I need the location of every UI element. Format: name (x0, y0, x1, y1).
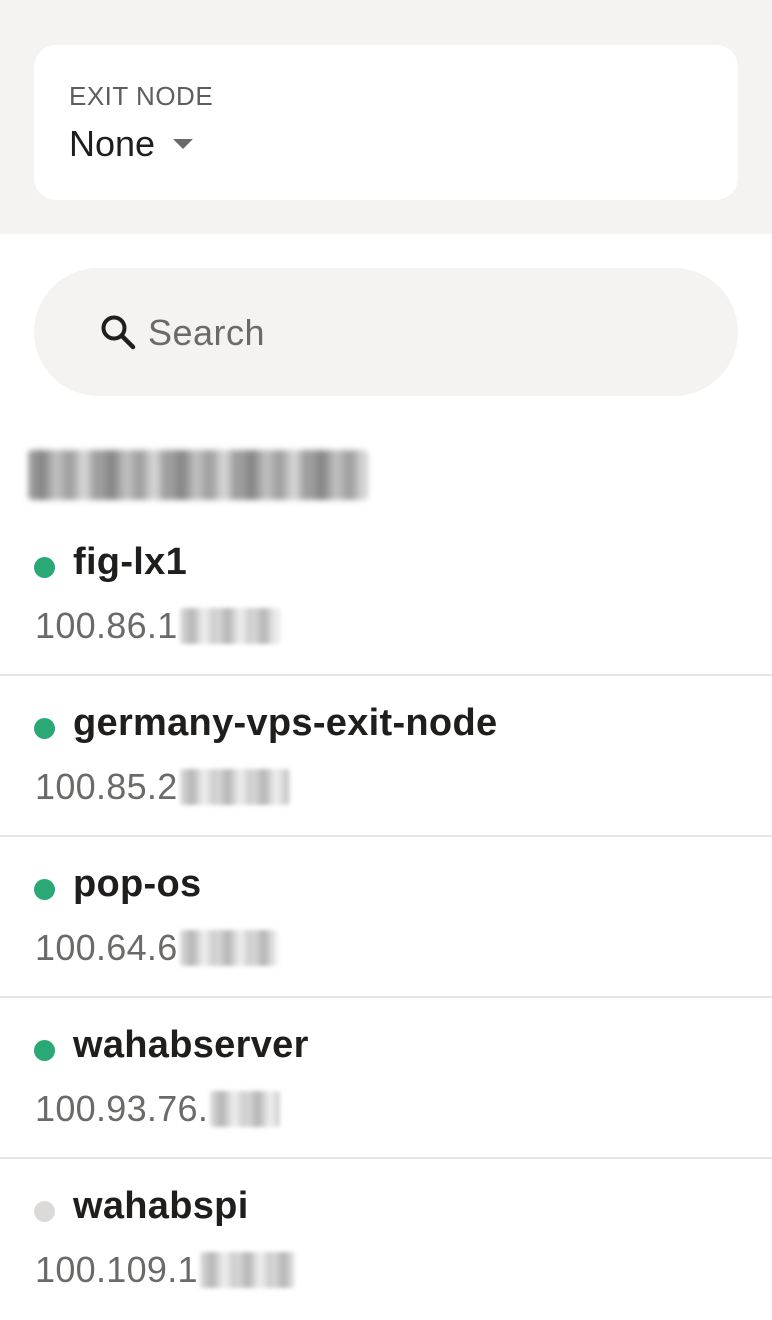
device-ip-row: 100.86.1 (35, 605, 280, 647)
exit-node-value[interactable]: None (69, 123, 155, 165)
search-input[interactable] (146, 302, 710, 364)
device-name: wahabspi (73, 1185, 249, 1227)
online-status-icon (34, 718, 55, 739)
offline-status-icon (34, 1201, 55, 1222)
search-bar[interactable] (34, 268, 738, 396)
ip-redaction (199, 1252, 295, 1288)
device-row[interactable]: fig-lx1 100.86.1 (0, 515, 772, 676)
exit-node-section: EXIT NODE None (0, 0, 772, 234)
device-name: fig-lx1 (73, 541, 188, 583)
device-name: germany-vps-exit-node (73, 702, 498, 744)
exit-node-label: EXIT NODE (69, 81, 214, 111)
device-ip: 100.93.76. (35, 1088, 209, 1129)
device-ip-row: 100.85.2 (35, 766, 290, 808)
device-row[interactable]: germany-vps-exit-node 100.85.2 (0, 676, 772, 837)
search-icon (101, 315, 136, 350)
online-status-icon (34, 1040, 55, 1061)
device-ip-row: 100.109.1 (35, 1249, 295, 1291)
ip-redaction (179, 769, 290, 805)
device-ip: 100.109.1 (35, 1249, 198, 1290)
device-ip: 100.86.1 (35, 605, 178, 646)
device-ip: 100.64.6 (35, 927, 178, 968)
device-list: fig-lx1 100.86.1 germany-vps-exit-node 1… (0, 515, 772, 1320)
device-name: pop-os (73, 863, 202, 905)
exit-node-selector[interactable]: None (69, 123, 194, 165)
ip-redaction (179, 608, 280, 644)
device-row[interactable]: wahabserver 100.93.76. (0, 998, 772, 1159)
device-ip-row: 100.93.76. (35, 1088, 281, 1130)
exit-node-card[interactable]: EXIT NODE None (34, 45, 738, 200)
ip-redaction (179, 930, 278, 966)
device-name: wahabserver (73, 1024, 309, 1066)
device-row[interactable]: wahabspi 100.109.1 (0, 1159, 772, 1320)
online-status-icon (34, 557, 55, 578)
caret-down-icon[interactable] (173, 139, 194, 149)
ip-redaction (210, 1091, 281, 1127)
device-ip: 100.85.2 (35, 766, 178, 807)
tailnet-name-redacted (28, 450, 368, 500)
online-status-icon (34, 879, 55, 900)
device-ip-row: 100.64.6 (35, 927, 278, 969)
device-row[interactable]: pop-os 100.64.6 (0, 837, 772, 998)
